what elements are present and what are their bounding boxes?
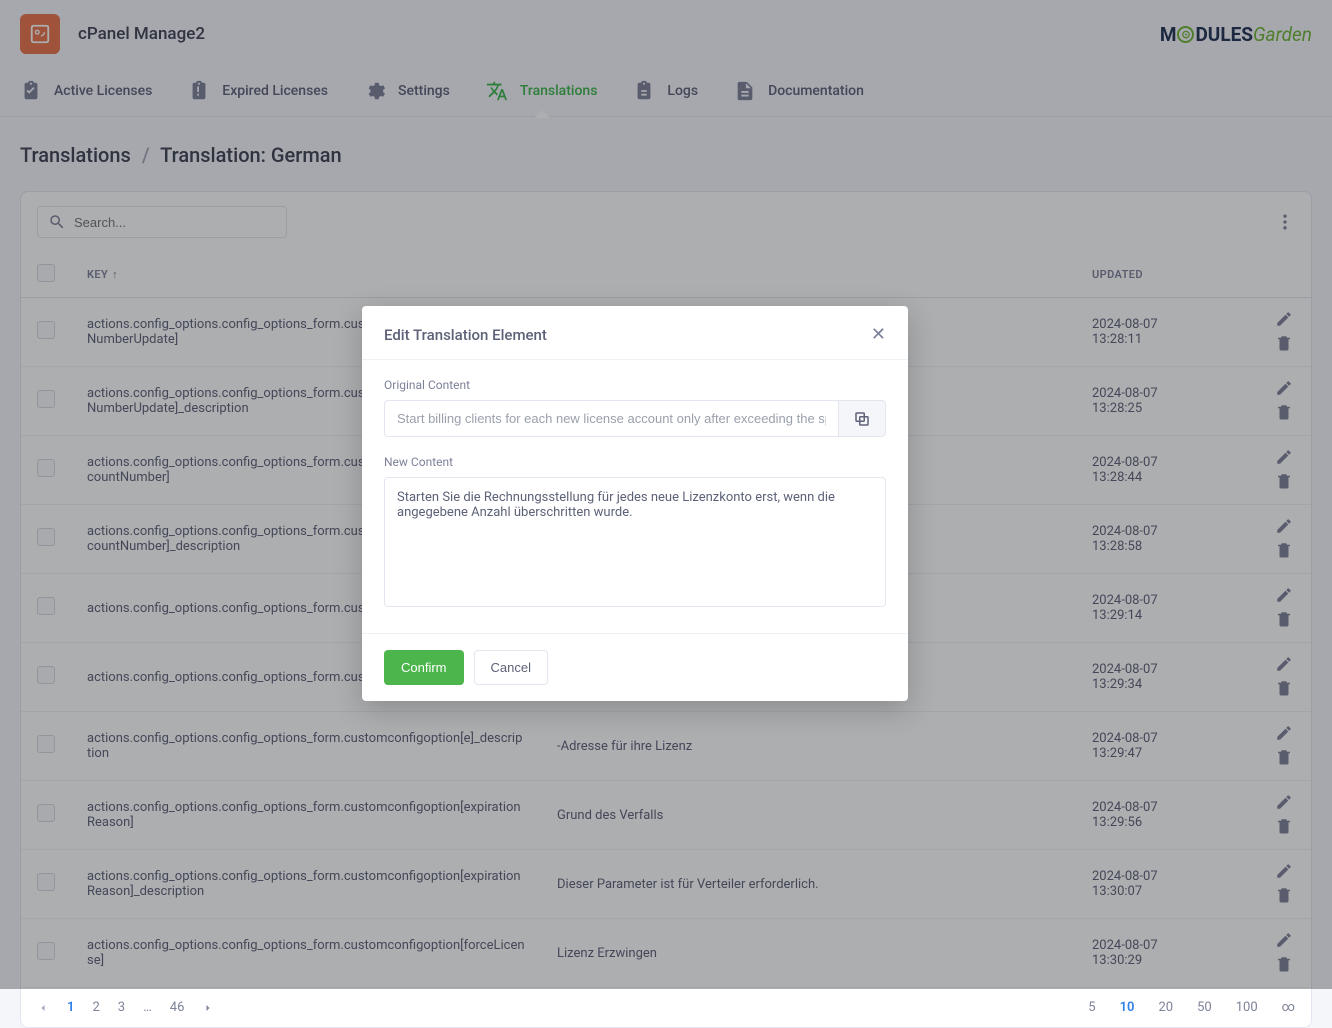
page-2[interactable]: 2 (92, 1000, 99, 1015)
new-content-label: New Content (384, 455, 886, 469)
page-3[interactable]: 3 (118, 1000, 125, 1015)
copy-button[interactable] (838, 400, 886, 437)
page-ellipsis: … (143, 1000, 152, 1015)
cancel-button[interactable]: Cancel (474, 650, 548, 685)
size-50[interactable]: 50 (1197, 1000, 1212, 1015)
size-5[interactable]: 5 (1088, 1000, 1095, 1015)
size-10[interactable]: 10 (1120, 1000, 1135, 1015)
page-prev[interactable] (37, 1002, 49, 1014)
page-1[interactable]: 1 (67, 1000, 74, 1015)
modal-title: Edit Translation Element (384, 326, 547, 344)
new-content-textarea[interactable] (384, 477, 886, 607)
close-icon[interactable]: ✕ (871, 324, 886, 345)
edit-translation-modal: Edit Translation Element ✕ Original Cont… (362, 306, 908, 701)
original-content-input[interactable] (384, 400, 838, 437)
pagination: 1 2 3 … 46 5 10 20 50 100 ∞ (21, 988, 1311, 1027)
confirm-button[interactable]: Confirm (384, 650, 464, 685)
page-next[interactable] (202, 1002, 214, 1014)
copy-icon (853, 410, 871, 428)
size-100[interactable]: 100 (1236, 1000, 1258, 1015)
size-inf[interactable]: ∞ (1282, 1000, 1295, 1015)
size-20[interactable]: 20 (1158, 1000, 1173, 1015)
page-last[interactable]: 46 (170, 1000, 185, 1015)
original-content-label: Original Content (384, 378, 886, 392)
